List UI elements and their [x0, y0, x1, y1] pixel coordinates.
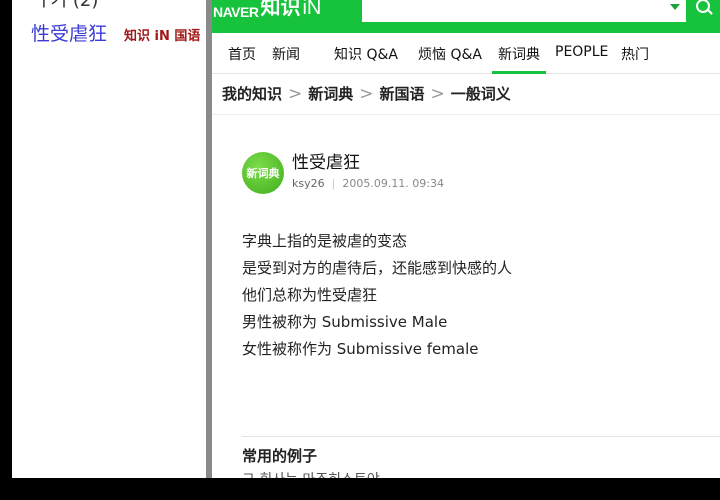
logo-naver-text: NAVER [213, 4, 259, 20]
background-cut-text: ㅓ기 (2) [34, 0, 99, 11]
background-title[interactable]: 性受虐狂 [31, 19, 107, 46]
body-line: 男性被称为 Submissive Male [242, 313, 448, 331]
breadcrumb: 我的知识 > 新词典 > 新国语 > 一般词义 [222, 83, 511, 104]
entry-meta: ksy26 | 2005.09.11. 09:34 [292, 177, 444, 190]
search-icon-handle [707, 9, 713, 15]
logo-in-text: iN [302, 0, 322, 19]
breadcrumb-item[interactable]: 我的知识 [222, 85, 282, 103]
naver-window: NAVER 知识 iN 首页 新闻 知识 Q&A 烦恼 Q&A 新词典 PEOP… [206, 0, 720, 478]
examples-first-line: 그 회사는 마조히스트야 [242, 469, 380, 478]
entry-body: 字典上指的是被虐的变态 是受到对方的虐待后，还能感到快感的人 他们总称为性受虐狂… [242, 228, 512, 363]
breadcrumb-item[interactable]: 新词典 [308, 85, 353, 103]
breadcrumb-separator-icon: > [359, 84, 374, 104]
background-page: ㅓ기 (2) 性受虐狂 知识 iN 国语 [12, 0, 208, 478]
main-nav: 首页 新闻 知识 Q&A 烦恼 Q&A 新词典 PEOPLE 热门 [212, 33, 720, 74]
nav-item-popular[interactable]: 热门 [621, 44, 649, 64]
entry-content: 新词典 性受虐狂 ksy26 | 2005.09.11. 09:34 字典上指的是被… [212, 114, 720, 478]
body-line: 他们总称为性受虐狂 [242, 286, 378, 304]
bottom-black-bar [0, 478, 720, 500]
section-divider [242, 436, 720, 437]
author-link[interactable]: ksy26 [292, 177, 325, 190]
breadcrumb-separator-icon: > [430, 84, 445, 104]
search-button[interactable] [688, 0, 720, 22]
nav-item-knowledge-qa[interactable]: 知识 Q&A [334, 44, 398, 64]
chevron-down-icon[interactable] [670, 4, 680, 10]
breadcrumb-item[interactable]: 新国语 [380, 85, 425, 103]
body-line: 女性被称作为 Submissive female [242, 340, 479, 358]
entry-title: 性受虐狂 [292, 153, 360, 173]
nav-item-news[interactable]: 新闻 [272, 44, 300, 64]
breadcrumb-separator-icon: > [288, 84, 303, 104]
top-bar: NAVER 知识 iN [212, 0, 720, 33]
new-dictionary-badge-icon: 新词典 [242, 152, 284, 194]
logo-zhishi-text: 知识 [260, 0, 301, 19]
nav-item-people[interactable]: PEOPLE [555, 44, 608, 60]
entry-date: 2005.09.11. 09:34 [342, 177, 445, 190]
meta-separator: | [331, 177, 336, 190]
breadcrumb-item[interactable]: 一般词义 [451, 85, 511, 103]
background-subtitle: 知识 iN 国语 [124, 29, 201, 44]
nav-item-home[interactable]: 首页 [228, 44, 256, 64]
body-line: 字典上指的是被虐的变态 [242, 232, 408, 250]
examples-heading: 常用的例子 [242, 447, 318, 465]
nav-item-worry-qa[interactable]: 烦恼 Q&A [418, 44, 482, 64]
search-input[interactable] [362, 0, 686, 22]
naver-zhishi-logo[interactable]: NAVER 知识 iN [213, 0, 321, 20]
body-line: 是受到对方的虐待后，还能感到快感的人 [242, 259, 513, 277]
nav-item-new-dictionary[interactable]: 新词典 [492, 44, 546, 74]
